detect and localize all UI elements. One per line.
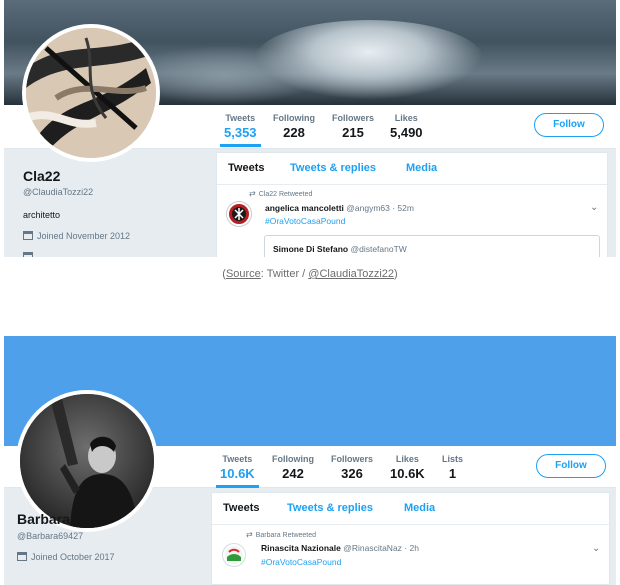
- caption-middle: : Twitter /: [260, 268, 309, 280]
- stat-lists[interactable]: Lists 1: [442, 454, 463, 481]
- quote-author: Simone Di Stefano @distefanoTW: [273, 244, 407, 254]
- stat-value: 215: [342, 125, 364, 140]
- joined-text: Joined October 2017: [31, 552, 115, 562]
- timeline: Tweets Tweets & replies Media ⇄ Barbara R…: [211, 492, 610, 585]
- avatar[interactable]: [22, 24, 160, 162]
- calendar-icon: [23, 252, 33, 257]
- stat-label: Following: [273, 113, 315, 123]
- stat-label: Following: [272, 454, 314, 464]
- stat-value: 326: [341, 466, 363, 481]
- stat-label: Followers: [331, 454, 374, 464]
- profile-joined: Joined October 2017: [17, 552, 115, 562]
- tab-tweets-replies[interactable]: Tweets & replies: [287, 502, 373, 514]
- stat-followers[interactable]: Followers 326: [331, 454, 373, 481]
- stat-value: 228: [283, 125, 305, 140]
- tab-tweets-replies[interactable]: Tweets & replies: [290, 162, 376, 174]
- follow-button[interactable]: Follow: [534, 113, 604, 137]
- image-caption: (Source: Twitter / @ClaudiaTozzi22): [0, 268, 620, 280]
- joined-text: Joined November 2012: [37, 231, 131, 241]
- person-salute-photo-avatar: [20, 394, 154, 528]
- stat-value: 1: [448, 466, 457, 481]
- tab-tweets[interactable]: Tweets: [228, 162, 264, 174]
- tweet-avatar[interactable]: [222, 543, 246, 567]
- quoted-tweet[interactable]: Simone Di Stefano @distefanoTW: [264, 235, 600, 257]
- profile-name[interactable]: Cla22: [23, 168, 60, 184]
- tweet-hashtag[interactable]: #OraVotoCasaPound: [261, 557, 341, 567]
- party-logo-icon: [225, 546, 243, 564]
- stat-label: Tweets: [225, 113, 256, 123]
- stat-value: 10.6K: [390, 466, 425, 481]
- timeline: Tweets Tweets & replies Media ⇄ Cla22 Ret…: [216, 152, 608, 257]
- stat-likes[interactable]: Likes 5,490: [390, 113, 423, 140]
- stat-following[interactable]: Following 228: [273, 113, 315, 140]
- tweet-author-handle: @angym63 · 52m: [346, 203, 414, 213]
- caption-account-link[interactable]: @ClaudiaTozzi22: [308, 268, 394, 280]
- stat-value: 5,353: [224, 125, 257, 140]
- stat-tweets[interactable]: Tweets 5,353: [220, 113, 261, 147]
- tweet-author-name: angelica mancoletti: [265, 203, 344, 213]
- stat-following[interactable]: Following 242: [272, 454, 314, 481]
- calendar-icon: [23, 231, 33, 240]
- quote-author-handle: @distefanoTW: [350, 244, 407, 254]
- profile-handle[interactable]: @ClaudiaTozzi22: [23, 187, 93, 197]
- stat-value: 10.6K: [220, 466, 255, 481]
- retweet-icon: ⇄: [249, 189, 256, 198]
- quote-author-name: Simone Di Stefano: [273, 244, 349, 254]
- profile-name[interactable]: Barbara: [17, 511, 70, 527]
- tweet-avatar[interactable]: [227, 202, 251, 226]
- tweet-author[interactable]: angelica mancoletti @angym63 · 52m: [265, 203, 414, 213]
- tweet-author-handle: @RinascitaNaz · 2h: [343, 543, 419, 553]
- calendar-icon: [17, 552, 27, 561]
- profile-bio: architetto: [23, 210, 61, 220]
- turtle-emblem-icon: [232, 207, 246, 221]
- stat-likes[interactable]: Likes 10.6K: [390, 454, 425, 481]
- profile-screenshot-claudia: Tweets 5,353 Following 228 Followers 215…: [4, 0, 616, 257]
- caption-source-link[interactable]: Source: [226, 268, 261, 280]
- retweet-context: ⇄ Cla22 Retweeted: [249, 189, 312, 198]
- chevron-down-icon[interactable]: ⌄: [592, 543, 600, 554]
- tweet-hashtag[interactable]: #OraVotoCasaPound: [265, 216, 345, 226]
- profile-extra-row: [23, 252, 37, 257]
- retweet-icon: ⇄: [246, 530, 253, 539]
- stat-value: 5,490: [390, 125, 423, 140]
- stat-label: Lists: [442, 454, 464, 464]
- tab-media[interactable]: Media: [404, 502, 435, 514]
- retweet-text: Cla22 Retweeted: [258, 191, 313, 198]
- stat-followers[interactable]: Followers 215: [332, 113, 374, 140]
- tweet-author-name: Rinascita Nazionale: [261, 543, 341, 553]
- stat-label: Tweets: [222, 454, 253, 464]
- chevron-down-icon[interactable]: ⌄: [590, 202, 598, 213]
- stat-value: 242: [282, 466, 304, 481]
- stat-label: Likes: [394, 113, 418, 123]
- profile-screenshot-barbara: Tweets 10.6K Following 242 Followers 326…: [4, 336, 616, 585]
- stat-label: Likes: [395, 454, 419, 464]
- retweet-context: ⇄ Barbara Retweeted: [246, 530, 316, 539]
- stat-tweets[interactable]: Tweets 10.6K: [216, 454, 259, 488]
- profile-joined: Joined November 2012: [23, 231, 130, 241]
- timeline-tabs: Tweets Tweets & replies Media: [212, 493, 609, 525]
- abstract-artwork-avatar: [26, 28, 156, 158]
- caption-close: ): [394, 268, 398, 280]
- tab-tweets[interactable]: Tweets: [223, 502, 259, 514]
- follow-button[interactable]: Follow: [536, 454, 606, 478]
- profile-handle[interactable]: @Barbara69427: [17, 531, 83, 541]
- retweet-text: Barbara Retweeted: [255, 532, 317, 539]
- stat-label: Followers: [332, 113, 375, 123]
- tab-media[interactable]: Media: [406, 162, 437, 174]
- tweet-author[interactable]: Rinascita Nazionale @RinascitaNaz · 2h: [261, 543, 419, 553]
- timeline-tabs: Tweets Tweets & replies Media: [217, 153, 607, 185]
